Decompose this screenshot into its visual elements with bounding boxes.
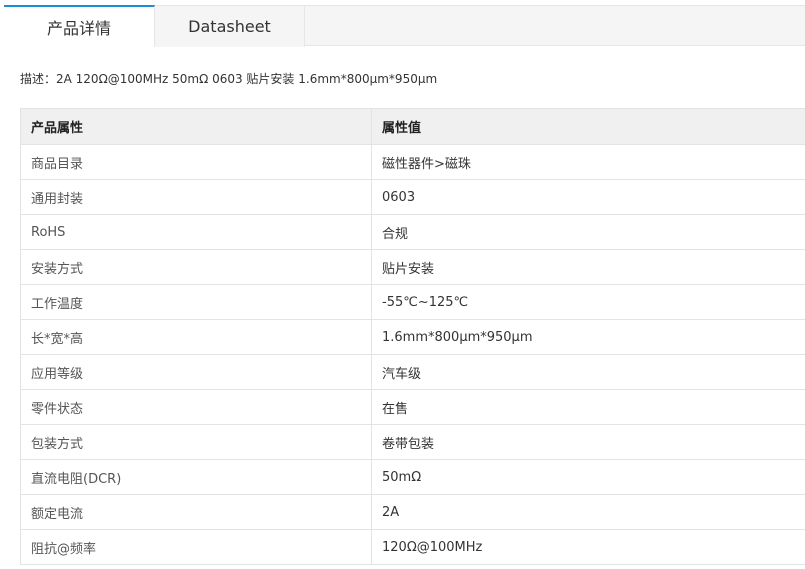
attribute-name: 长*宽*高 [20, 319, 372, 355]
attribute-name: 安装方式 [20, 249, 372, 285]
table-row: 安装方式 贴片安装 [20, 249, 805, 285]
attribute-value: 0603 [371, 179, 805, 215]
attribute-name: 零件状态 [20, 389, 372, 425]
product-detail-page: 产品详情 Datasheet 描述：2A 120Ω@100MHz 50mΩ 06… [0, 0, 805, 569]
table-row: 阻抗@频率 120Ω@100MHz [20, 529, 805, 565]
attribute-name: 通用封装 [20, 179, 372, 215]
tab-product-details[interactable]: 产品详情 [4, 5, 155, 47]
attribute-value: 合规 [371, 214, 805, 250]
table-row: 直流电阻(DCR) 50mΩ [20, 459, 805, 495]
attribute-value: -55℃~125℃ [371, 284, 805, 320]
attribute-name: 工作温度 [20, 284, 372, 320]
tab-datasheet[interactable]: Datasheet [155, 6, 305, 47]
table-row: 商品目录 磁性器件>磁珠 [20, 144, 805, 180]
attribute-name: 商品目录 [20, 144, 372, 180]
table-row: 通用封装 0603 [20, 179, 805, 215]
attribute-name: 应用等级 [20, 354, 372, 390]
column-header-attribute: 产品属性 [20, 108, 372, 145]
attribute-name: 阻抗@频率 [20, 529, 372, 565]
attribute-value: 卷带包装 [371, 424, 805, 460]
attribute-value: 在售 [371, 389, 805, 425]
table-row: 工作温度 -55℃~125℃ [20, 284, 805, 320]
attribute-value: 磁性器件>磁珠 [371, 144, 805, 180]
product-description: 描述：2A 120Ω@100MHz 50mΩ 0603 贴片安装 1.6mm*8… [20, 72, 438, 86]
table-row: 长*宽*高 1.6mm*800μm*950μm [20, 319, 805, 355]
attribute-name: 直流电阻(DCR) [20, 459, 372, 495]
attribute-value: 汽车级 [371, 354, 805, 390]
table-row: 额定电流 2A [20, 494, 805, 530]
attribute-value: 50mΩ [371, 459, 805, 495]
table-row: RoHS 合规 [20, 214, 805, 250]
column-header-value: 属性值 [371, 108, 805, 145]
attribute-value: 120Ω@100MHz [371, 529, 805, 565]
attribute-name: 额定电流 [20, 494, 372, 530]
attribute-value: 1.6mm*800μm*950μm [371, 319, 805, 355]
table-header-row: 产品属性 属性值 [20, 108, 805, 145]
attribute-name: RoHS [20, 214, 372, 250]
table-row: 包装方式 卷带包装 [20, 424, 805, 460]
spec-table: 产品属性 属性值 商品目录 磁性器件>磁珠 通用封装 0603 RoHS 合规 安装方… [20, 108, 805, 565]
attribute-value: 2A [371, 494, 805, 530]
table-row: 零件状态 在售 [20, 389, 805, 425]
attribute-name: 包装方式 [20, 424, 372, 460]
table-row: 应用等级 汽车级 [20, 354, 805, 390]
table-body: 商品目录 磁性器件>磁珠 通用封装 0603 RoHS 合规 安装方式 贴片安装 工作温… [20, 144, 805, 565]
attribute-value: 贴片安装 [371, 249, 805, 285]
tab-bar: 产品详情 Datasheet [4, 5, 805, 47]
